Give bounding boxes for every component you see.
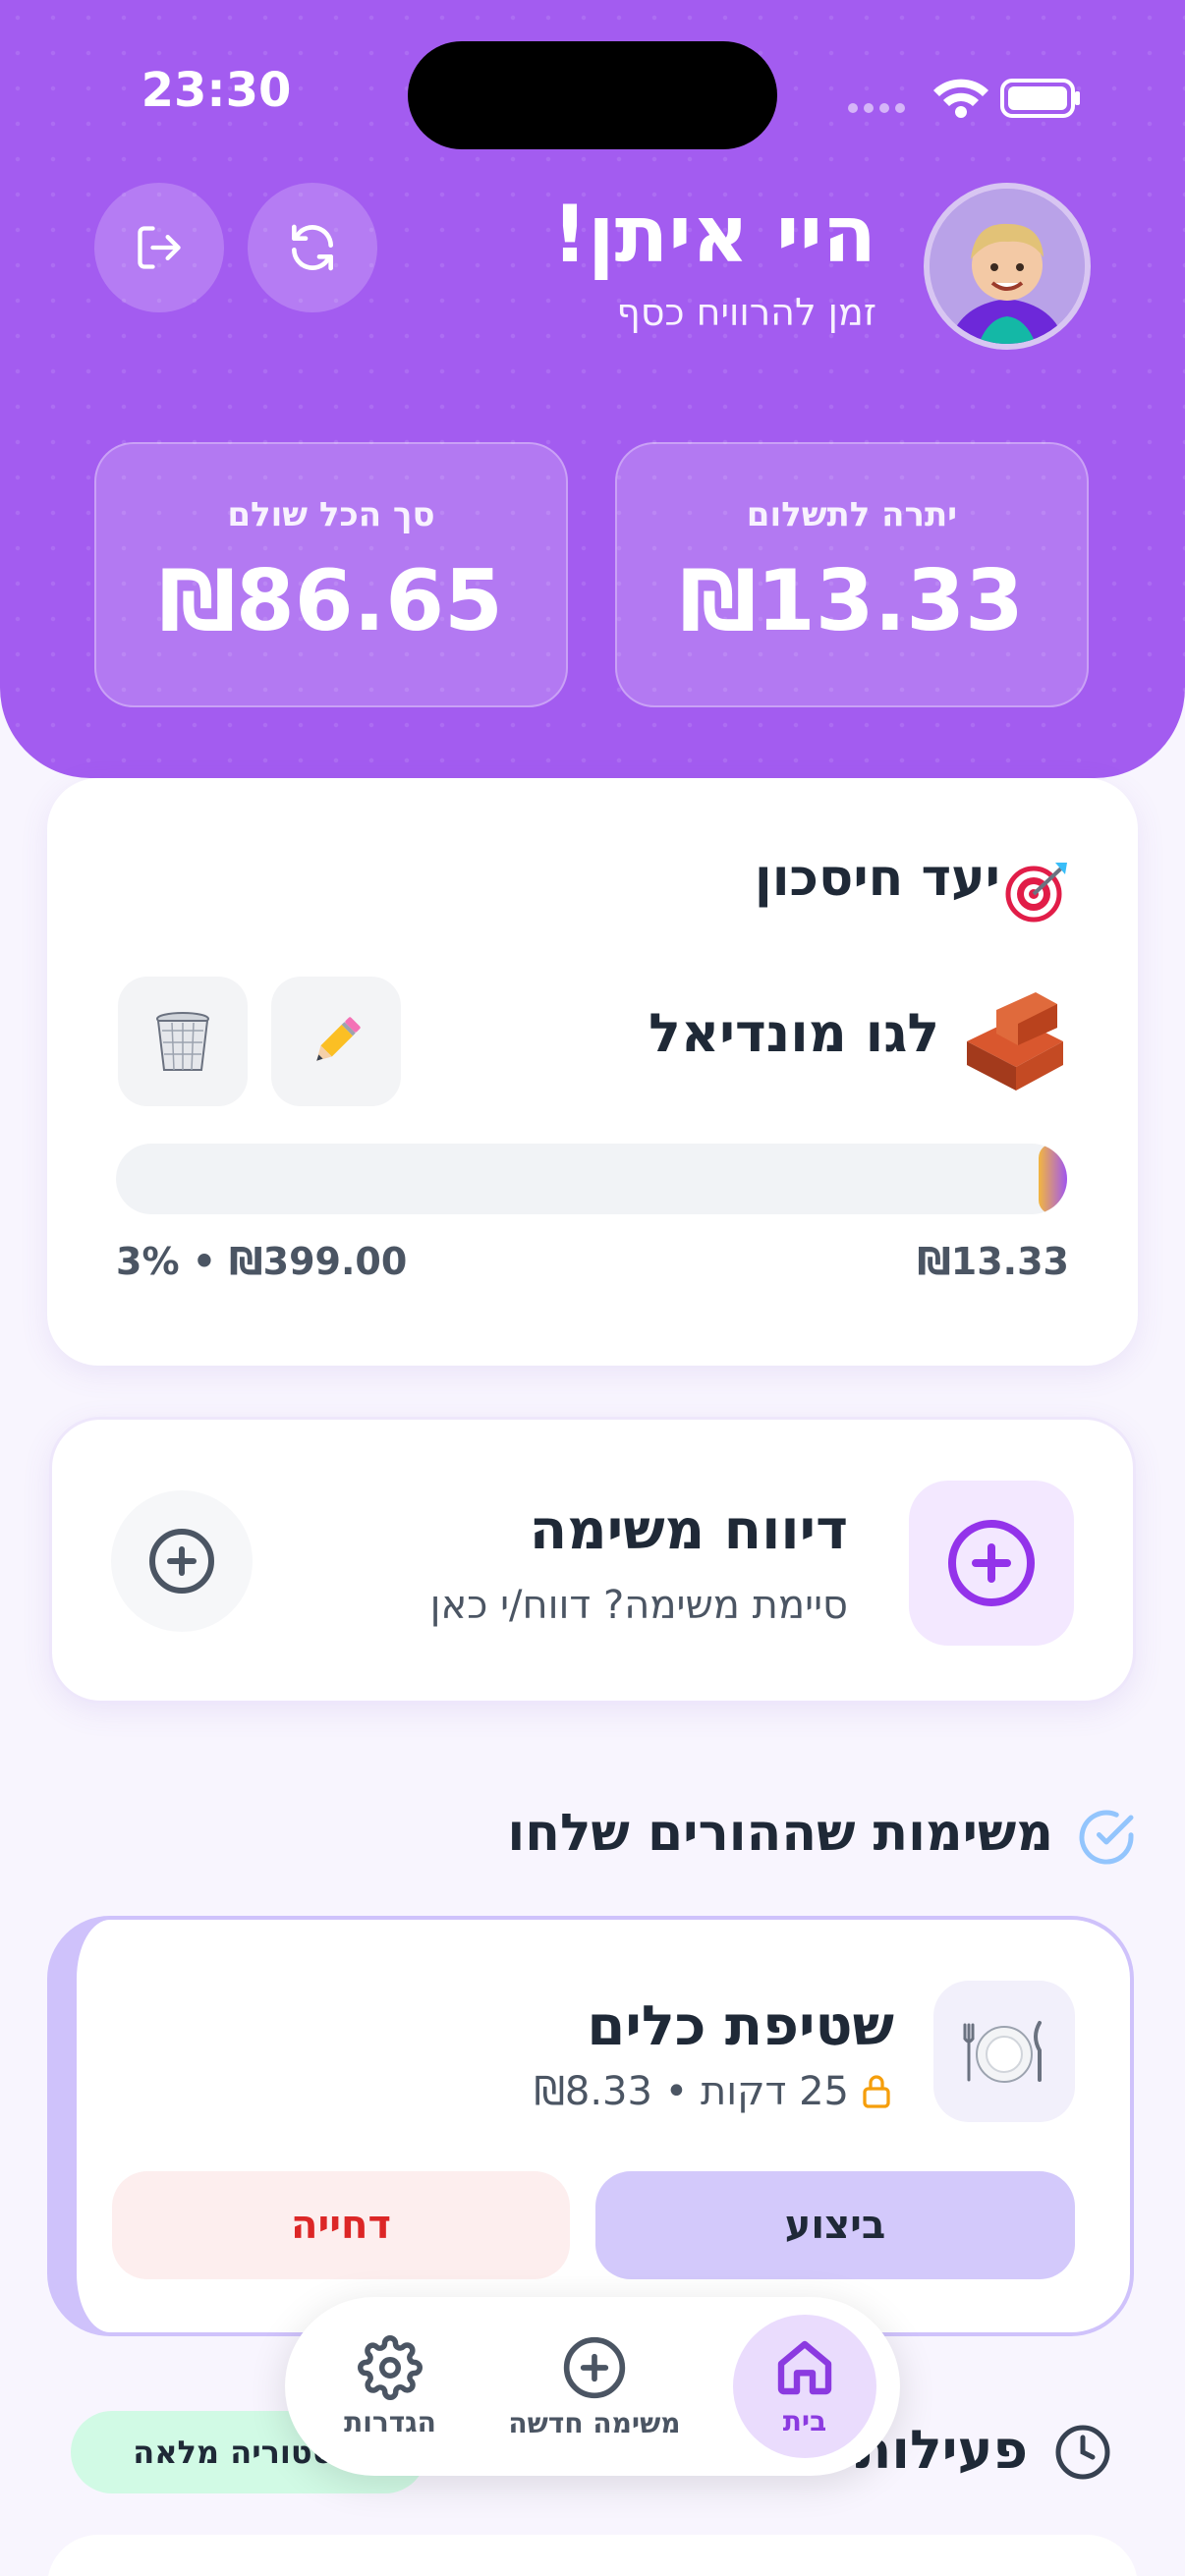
report-task-title: דיווח משימה <box>529 1498 848 1562</box>
task-card: שטיפת כלים 25 דקות • ₪8.33 ביצוע דחייה <box>47 1916 1134 2336</box>
savings-goal-title: יעד חיסכון <box>754 849 1000 908</box>
plus-circle-icon <box>149 1529 214 1594</box>
plus-circle-icon <box>948 1520 1035 1606</box>
task-meta-text: 25 דקות • ₪8.33 <box>534 2069 849 2114</box>
home-icon <box>777 2340 832 2394</box>
nav-new-task[interactable]: משימה חדשה <box>508 2315 681 2458</box>
nav-home[interactable]: בית <box>733 2315 876 2458</box>
check-circle-icon <box>1079 1810 1134 1865</box>
activity-card <box>47 2535 1138 2576</box>
trash-icon <box>156 1012 209 1071</box>
savings-goal-target: 3% • ₪399.00 <box>116 1240 408 1283</box>
refresh-icon <box>292 224 333 271</box>
nav-settings-label: הגדרות <box>344 2405 436 2438</box>
task-do-button[interactable]: ביצוע <box>595 2171 1075 2279</box>
delete-goal-button[interactable] <box>118 977 248 1106</box>
header: 23:30 היי איתן! זמן להרוויח כסף יתרה לתש… <box>0 0 1185 778</box>
bottom-nav: בית משימה חדשה הגדרות <box>285 2297 900 2476</box>
total-paid-card: סך הכל שולם ₪86.65 <box>94 442 568 707</box>
plus-circle-icon <box>563 2336 626 2398</box>
task-title: שטיפת כלים <box>587 1994 894 2058</box>
status-icons <box>847 69 1083 120</box>
savings-goal-item: לגו מונדיאל <box>649 1002 939 1064</box>
avatar[interactable] <box>924 183 1091 350</box>
greeting-subtitle: זמן להרוויח כסף <box>616 291 876 334</box>
refresh-button[interactable] <box>248 183 377 312</box>
logout-button[interactable] <box>94 183 224 312</box>
savings-progress-fill <box>1038 1144 1067 1214</box>
dynamic-island <box>408 41 777 149</box>
nav-settings[interactable]: הגדרות <box>318 2315 462 2458</box>
nav-new-task-label: משימה חדשה <box>508 2406 681 2439</box>
savings-goal-card: יעד חיסכון לגו מונדיאל 3% • ₪399.00 ₪13.… <box>47 778 1138 1366</box>
wifi-icon <box>933 79 988 118</box>
battery-icon <box>1000 79 1080 118</box>
plate-icon <box>963 2021 1042 2083</box>
balance-due-value: ₪13.33 <box>680 552 1024 650</box>
brick-icon <box>967 992 1063 1091</box>
savings-progress-bar <box>116 1144 1067 1214</box>
task-meta: 25 דקות • ₪8.33 <box>535 2069 894 2114</box>
task-icon-tile <box>933 1981 1075 2122</box>
pencil-icon <box>316 1017 361 1061</box>
gear-icon <box>358 2334 423 2400</box>
nav-home-label: בית <box>782 2404 827 2437</box>
total-paid-label: סך הכל שולם <box>227 495 435 534</box>
status-time: 23:30 <box>141 63 292 118</box>
savings-goal-saved: ₪13.33 <box>917 1240 1069 1283</box>
balance-due-card: יתרה לתשלום ₪13.33 <box>615 442 1089 707</box>
report-task-subtitle: סיימת משימה? דווח/י כאן <box>429 1583 848 1628</box>
report-task-card[interactable]: דיווח משימה סיימת משימה? דווח/י כאן <box>49 1417 1136 1704</box>
parent-tasks-title: משימות שההורים שלחו <box>507 1804 1053 1863</box>
logout-icon <box>138 226 181 269</box>
total-paid-value: ₪86.65 <box>159 552 503 650</box>
report-task-icon-tile <box>909 1481 1074 1646</box>
lock-icon <box>863 2075 890 2108</box>
greeting: היי איתן! <box>551 189 876 280</box>
balance-due-label: יתרה לתשלום <box>746 495 958 534</box>
task-reject-button[interactable]: דחייה <box>112 2171 570 2279</box>
clock-icon <box>1055 2425 1110 2480</box>
edit-goal-button[interactable] <box>271 977 401 1106</box>
target-icon <box>1005 863 1067 923</box>
report-task-add-button[interactable] <box>111 1490 253 1632</box>
